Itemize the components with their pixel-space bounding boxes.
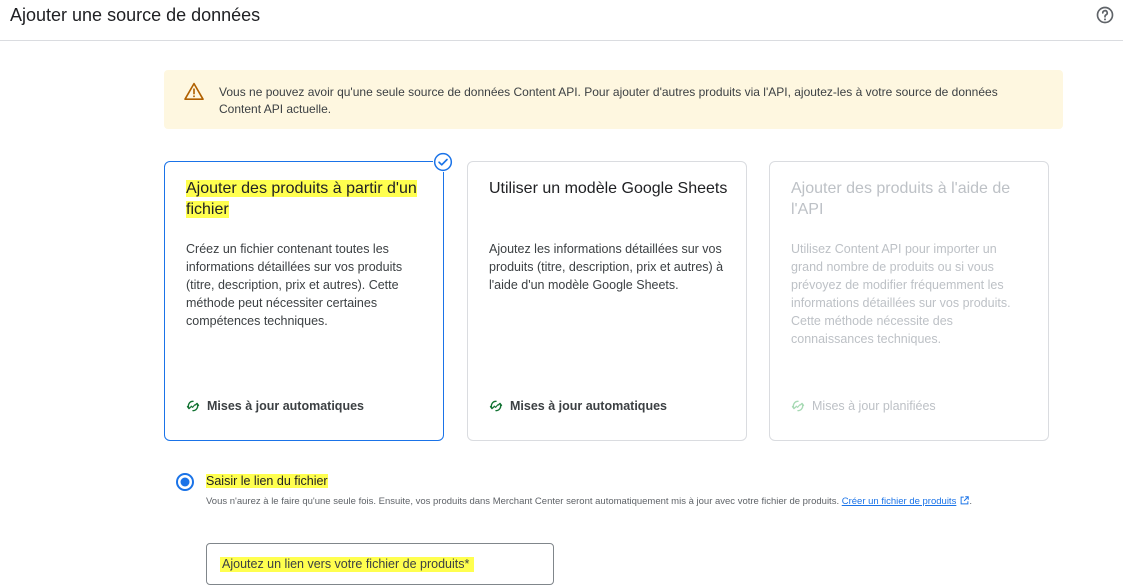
create-product-file-link-text: Créer un fichier de produits [841,496,957,507]
card-feature-label: Mises à jour automatiques [510,399,667,413]
sync-icon [489,400,503,412]
file-link-radio-label[interactable]: Saisir le lien du fichier [206,474,328,488]
card-title: Ajouter des produits à l'aide de l'API [791,180,1011,218]
create-product-file-link[interactable]: Créer un fichier de produits [842,496,970,507]
card-feature-label: Mises à jour planifiées [812,399,936,413]
card-description: Ajoutez les informations détaillées sur … [489,242,724,292]
card-title: Utiliser un modèle Google Sheets [489,180,728,197]
card-title-text: Ajouter des produits à partir d'un fichi… [186,180,417,218]
card-feature: Mises à jour automatiques [489,399,667,413]
file-link-radio-label-text: Saisir le lien du fichier [206,474,328,488]
check-circle-icon [433,152,453,172]
sync-icon [791,400,805,412]
card-description: Utilisez Content API pour importer un gr… [791,242,1011,346]
sync-icon [186,400,200,412]
product-file-url-field[interactable] [206,543,554,585]
warning-triangle-icon [184,82,204,100]
help-circle-icon[interactable] [1095,5,1115,25]
warning-text: Vous ne pouvez avoir qu'une seule source… [219,85,998,116]
product-file-url-input[interactable] [208,545,552,583]
page-title: Ajouter une source de données [10,5,261,25]
page-header: Ajouter une source de données [0,0,1123,41]
card-feature: Mises à jour automatiques [186,399,364,413]
help-suffix: . [969,496,972,507]
card-description: Créez un fichier contenant toutes les in… [186,242,403,328]
file-link-radio[interactable] [175,472,195,492]
content-api-warning-banner: Vous ne pouvez avoir qu'une seule source… [164,70,1063,129]
card-feature: Mises à jour planifiées [791,399,936,413]
open-in-new-icon [960,496,970,505]
help-text: Vous n'aurez à le faire qu'une seule foi… [206,496,840,507]
file-link-help-text: Vous n'aurez à le faire qu'une seule foi… [206,495,1041,509]
card-google-sheets-template[interactable]: Utiliser un modèle Google Sheets Ajoutez… [467,161,747,441]
card-add-from-file[interactable]: Ajouter des produits à partir d'un fichi… [164,161,444,441]
card-feature-label: Mises à jour automatiques [207,399,364,413]
card-add-via-api: Ajouter des produits à l'aide de l'API U… [769,161,1049,441]
card-title: Ajouter des produits à partir d'un fichi… [186,178,431,220]
